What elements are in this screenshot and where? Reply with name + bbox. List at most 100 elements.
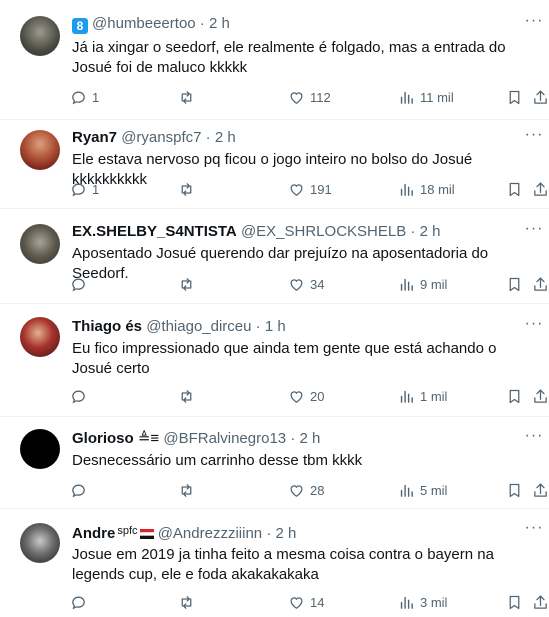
- retweet-icon: [178, 594, 195, 611]
- views-button[interactable]: 11 mil: [398, 86, 454, 108]
- separator: ·: [199, 15, 205, 32]
- like-button[interactable]: 28: [288, 479, 324, 501]
- bookmark-button[interactable]: [506, 591, 523, 613]
- reply-button[interactable]: [70, 273, 92, 295]
- like-count: 20: [310, 388, 325, 404]
- retweet-icon: [178, 388, 195, 405]
- reply-button[interactable]: [70, 385, 92, 407]
- user-handle[interactable]: @Andrezzziiinn: [158, 525, 262, 542]
- share-icon: [532, 181, 549, 198]
- views-count: 3 mil: [420, 594, 448, 610]
- views-icon: [398, 594, 415, 611]
- reply-button[interactable]: 1: [70, 86, 99, 108]
- name-suffix: ≜≡: [137, 430, 160, 447]
- avatar[interactable]: [20, 16, 60, 56]
- like-button[interactable]: 34: [288, 273, 324, 295]
- more-options-icon[interactable]: ···: [523, 221, 545, 242]
- views-icon: [398, 482, 415, 499]
- views-button[interactable]: 3 mil: [398, 591, 447, 613]
- display-name[interactable]: Ryan7: [72, 129, 117, 146]
- timestamp[interactable]: 1 h: [265, 318, 286, 335]
- retweet-icon: [178, 181, 195, 198]
- display-name[interactable]: EX.SHELBY_S4NTISTA: [72, 223, 237, 240]
- reply-button[interactable]: [70, 591, 92, 613]
- bookmark-button[interactable]: [506, 86, 523, 108]
- share-button[interactable]: [532, 178, 549, 200]
- views-button[interactable]: 1 mil: [398, 385, 447, 407]
- user-handle[interactable]: @thiago_dirceu: [146, 318, 251, 335]
- divider: [0, 208, 549, 209]
- views-button[interactable]: 9 mil: [398, 273, 447, 295]
- timestamp[interactable]: 2 h: [420, 223, 441, 240]
- like-button[interactable]: 20: [288, 385, 324, 407]
- separator: ·: [290, 430, 296, 447]
- retweet-button[interactable]: [178, 86, 200, 108]
- user-handle[interactable]: @ryanspfc7: [121, 129, 201, 146]
- like-count: 112: [310, 89, 331, 105]
- like-count: 191: [310, 181, 332, 197]
- like-icon: [288, 594, 305, 611]
- share-button[interactable]: [532, 86, 549, 108]
- share-button[interactable]: [532, 385, 549, 407]
- more-options-icon[interactable]: ···: [523, 127, 545, 148]
- separator: ·: [255, 318, 261, 335]
- retweet-icon: [178, 89, 195, 106]
- bookmark-button[interactable]: [506, 178, 523, 200]
- tweet-header: Glorioso ≜≡ @BFRalvinegro13 · 2 h: [72, 429, 513, 449]
- name-suffix: spfc: [117, 525, 138, 537]
- like-icon: [288, 276, 305, 293]
- avatar[interactable]: [20, 130, 60, 170]
- share-button[interactable]: [532, 591, 549, 613]
- tweet-text: Já ia xingar o seedorf, ele realmente é …: [72, 39, 506, 76]
- display-name[interactable]: Thiago és: [72, 318, 142, 335]
- tweet-actions: 1 112 11 mil: [70, 86, 549, 108]
- timestamp[interactable]: 2 h: [275, 525, 296, 542]
- user-handle[interactable]: @BFRalvinegro13: [163, 430, 286, 447]
- like-icon: [288, 181, 305, 198]
- views-count: 5 mil: [420, 482, 448, 498]
- tweet-actions: 14 3 mil: [70, 591, 549, 613]
- more-options-icon[interactable]: ···: [523, 520, 545, 541]
- retweet-button[interactable]: [178, 385, 200, 407]
- avatar[interactable]: [20, 429, 60, 469]
- reply-button[interactable]: [70, 479, 92, 501]
- avatar[interactable]: [20, 523, 60, 563]
- views-button[interactable]: 5 mil: [398, 479, 447, 501]
- bookmark-button[interactable]: [506, 273, 523, 295]
- reply-count: 1: [92, 89, 100, 105]
- tweet-text: Eu fico impressionado que ainda tem gent…: [72, 340, 497, 377]
- tweet-header: EX.SHELBY_S4NTISTA @EX_SHRLOCKSHELB · 2 …: [72, 222, 513, 242]
- bookmark-button[interactable]: [506, 385, 523, 407]
- reply-button[interactable]: 1: [70, 178, 99, 200]
- bookmark-button[interactable]: [506, 479, 523, 501]
- views-button[interactable]: 18 mil: [398, 178, 455, 200]
- bookmark-icon: [506, 276, 523, 293]
- like-button[interactable]: 14: [288, 591, 324, 613]
- like-button[interactable]: 191: [288, 178, 332, 200]
- user-handle[interactable]: @EX_SHRLOCKSHELB: [241, 223, 406, 240]
- separator: ·: [410, 223, 416, 240]
- avatar[interactable]: [20, 224, 60, 264]
- bookmark-icon: [506, 482, 523, 499]
- retweet-button[interactable]: [178, 273, 200, 295]
- retweet-button[interactable]: [178, 591, 200, 613]
- more-options-icon[interactable]: ···: [523, 316, 545, 337]
- reply-icon: [70, 482, 87, 499]
- timestamp[interactable]: 2 h: [209, 15, 230, 32]
- views-count: 1 mil: [420, 388, 448, 404]
- display-name[interactable]: Andre: [72, 525, 115, 542]
- timestamp[interactable]: 2 h: [299, 430, 320, 447]
- display-name[interactable]: Glorioso: [72, 430, 134, 447]
- tweet-actions: 1 191 18 mil: [70, 178, 549, 200]
- like-button[interactable]: 112: [288, 86, 331, 108]
- tweet-actions: 28 5 mil: [70, 479, 549, 501]
- more-options-icon[interactable]: ···: [523, 428, 545, 449]
- timestamp[interactable]: 2 h: [215, 129, 236, 146]
- more-options-icon[interactable]: ···: [523, 13, 545, 34]
- share-button[interactable]: [532, 479, 549, 501]
- user-handle[interactable]: @humbeeertoo: [92, 15, 196, 32]
- share-button[interactable]: [532, 273, 549, 295]
- avatar[interactable]: [20, 317, 60, 357]
- retweet-button[interactable]: [178, 479, 200, 501]
- retweet-button[interactable]: [178, 178, 200, 200]
